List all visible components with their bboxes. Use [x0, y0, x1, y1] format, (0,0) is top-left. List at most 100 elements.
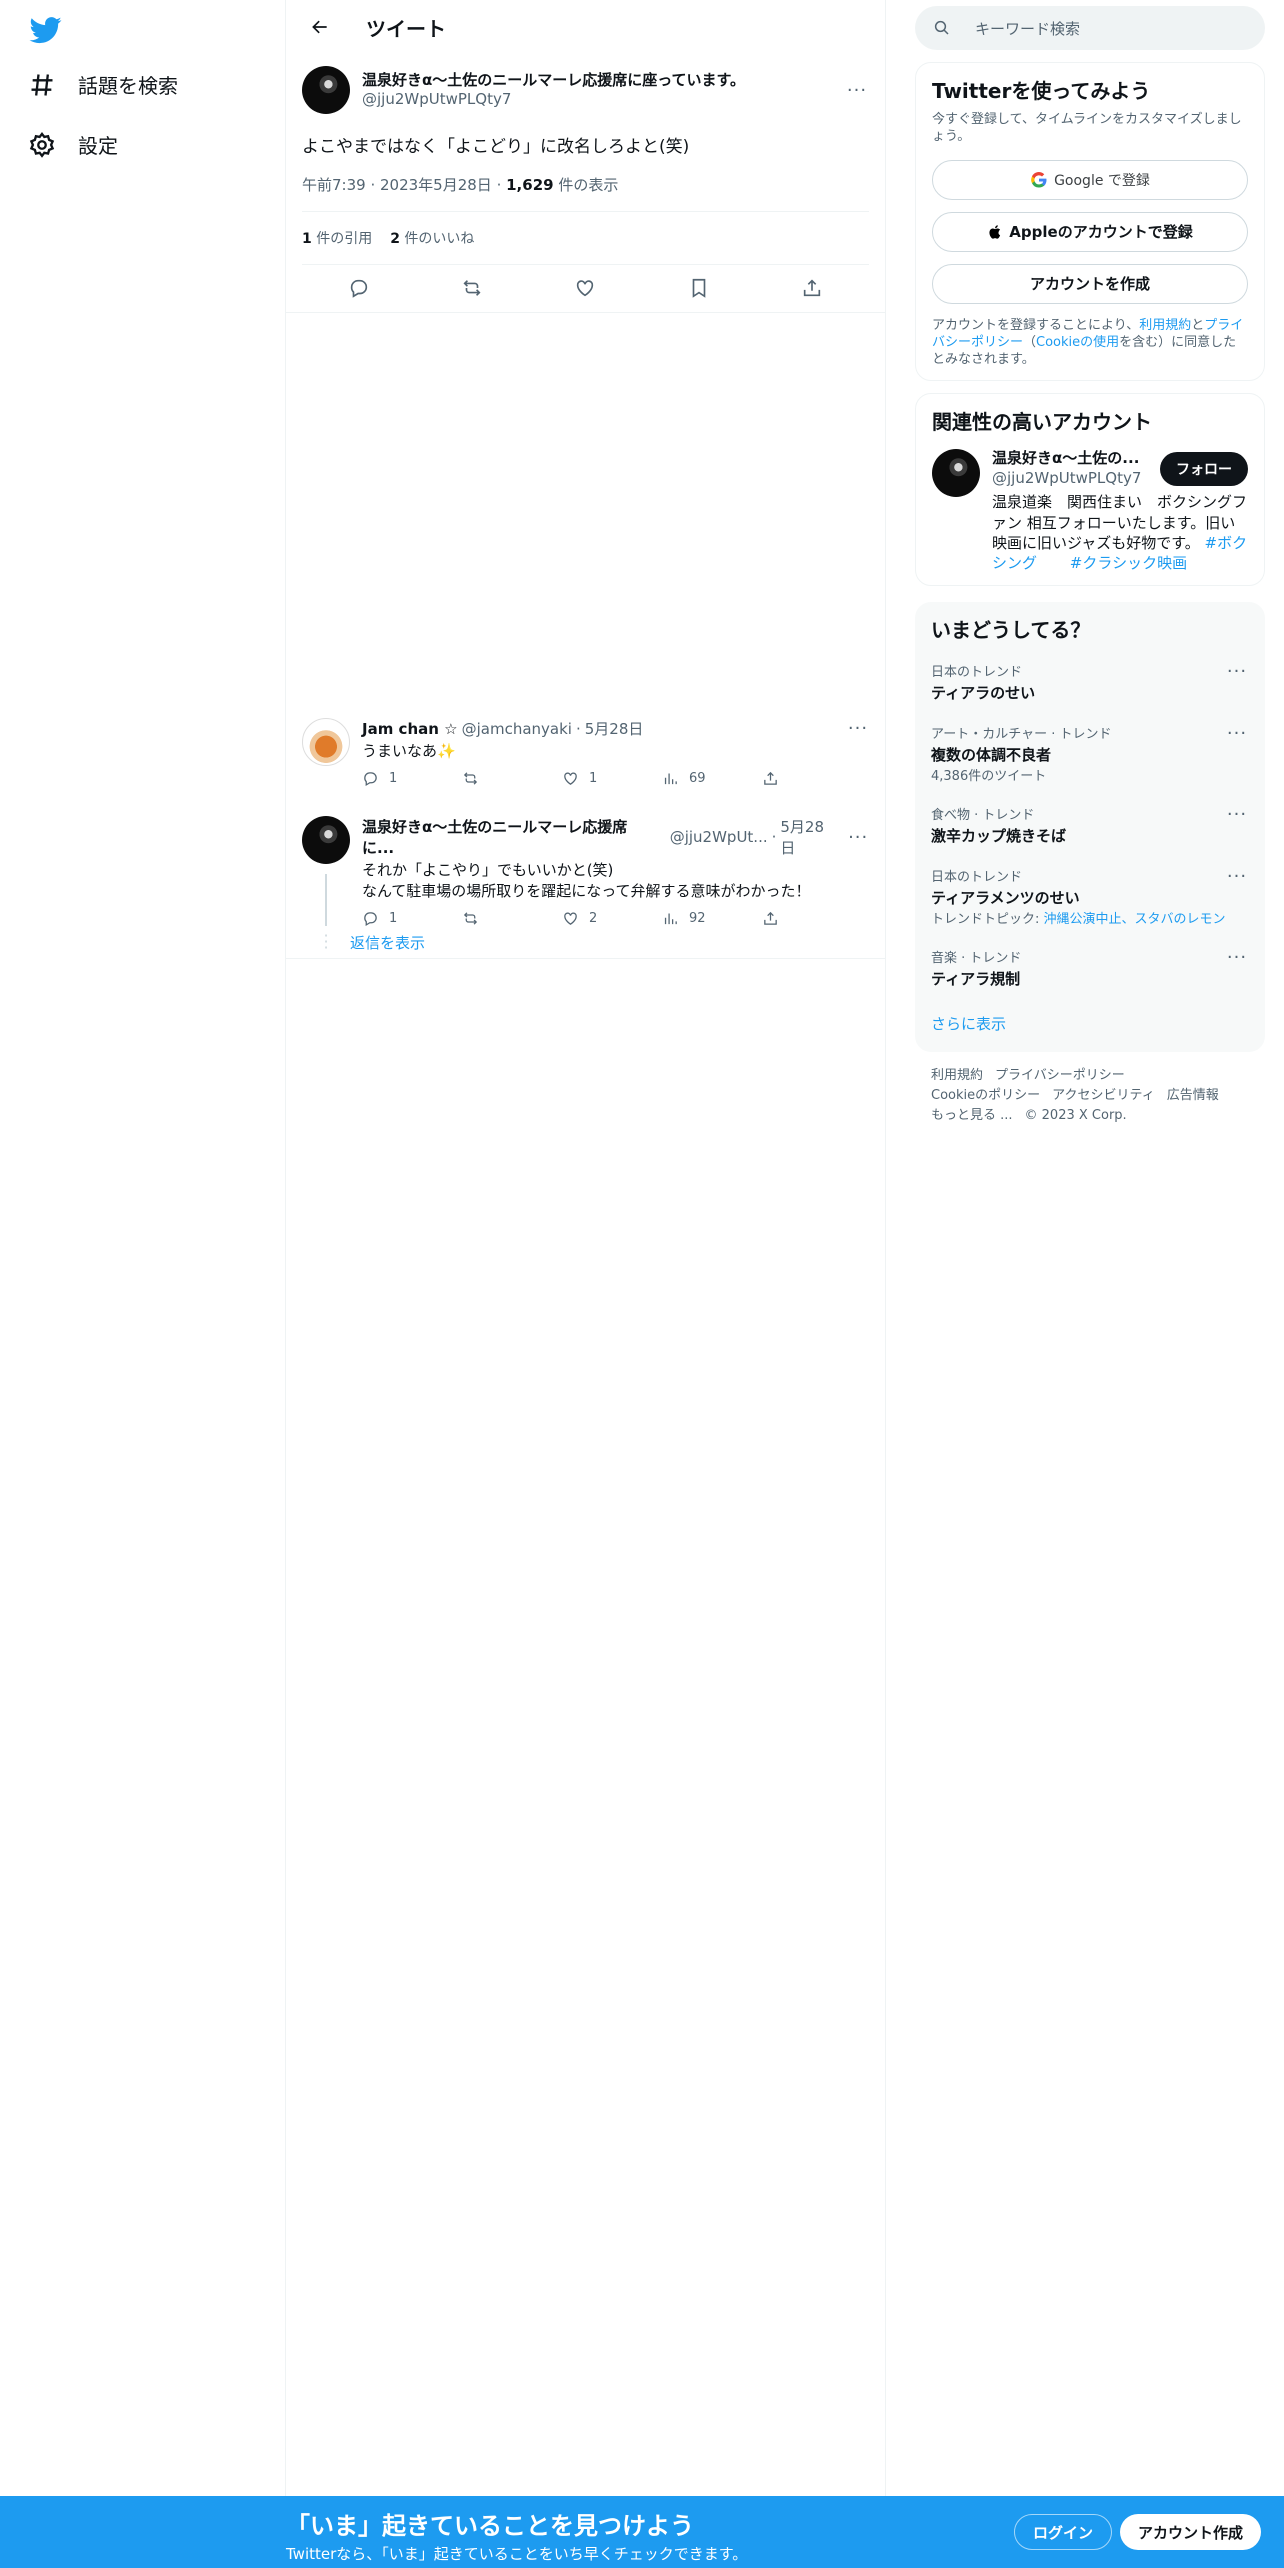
bottom-bar-subtitle: Twitterなら、「いま」起きていることをいち早くチェックできます。 — [286, 2545, 748, 2563]
legal-part: （ — [1023, 334, 1037, 350]
show-replies-link[interactable]: 返信を表示 — [350, 932, 425, 953]
hashtag-icon — [31, 73, 53, 96]
retweet-button[interactable] — [462, 910, 562, 927]
views-button[interactable]: 69 — [662, 770, 762, 787]
arrow-left-icon — [312, 20, 327, 34]
login-button[interactable]: ログイン — [1014, 2514, 1113, 2550]
share-icon — [764, 911, 777, 925]
signup-button[interactable]: アカウント作成 — [1120, 2514, 1262, 2550]
main-tweet: 温泉好きα〜土佐のニールマーレ応援席に座っています。 @jju2WpUtwPLQ… — [286, 54, 885, 313]
footer-accessibility[interactable]: アクセシビリティ — [1052, 1088, 1155, 1103]
search-box[interactable]: キーワード検索 — [915, 6, 1265, 50]
follow-button[interactable]: フォロー — [1160, 451, 1248, 486]
page-title: ツイート — [366, 16, 446, 41]
more-icon[interactable]: ··· — [1225, 804, 1249, 825]
trend-meta: 音楽 · トレンド — [931, 951, 1022, 967]
trend-topic-links[interactable]: 沖縄公演中止、スタバのレモン — [1044, 912, 1226, 927]
show-replies-row[interactable]: · · · 返信を表示 — [302, 928, 886, 956]
trend-item[interactable]: 音楽 · トレンド ティアラ規制 ··· — [931, 937, 1249, 999]
reply-tweet[interactable]: 温泉好きα〜土佐のニールマーレ応援席に... @jju2WpUt... · 5月… — [286, 816, 886, 927]
likes-count: 2 — [390, 230, 400, 247]
trend-name: 複数の体調不良者 — [931, 746, 1052, 765]
avatar[interactable] — [302, 66, 350, 114]
reply-date[interactable]: 5月28日 — [585, 718, 644, 739]
footer-privacy[interactable]: プライバシーポリシー — [995, 1068, 1125, 1083]
reply-author-name[interactable]: Jam chan ☆ — [362, 720, 458, 738]
trend-item[interactable]: 日本のトレンド ティアラのせい ··· — [931, 651, 1249, 713]
more-icon[interactable]: ··· — [1225, 866, 1249, 887]
reply-author-handle[interactable]: @jju2WpUt... — [670, 828, 768, 846]
more-icon[interactable]: ··· — [1225, 947, 1249, 968]
heart-icon[interactable] — [574, 277, 596, 299]
trend-item[interactable]: アート・カルチャー · トレンド 複数の体調不良者 4,386件のツイート ··… — [931, 713, 1249, 794]
author-handle[interactable]: @jju2WpUtwPLQty7 — [362, 90, 833, 110]
reply-tweet[interactable]: Jam chan ☆ @jamchanyaki · 5月28日 ··· うまいな… — [286, 718, 886, 787]
signup-subtitle: 今すぐ登録して、タイムラインをカスタマイズしましょう。 — [932, 112, 1242, 144]
google-signup-button[interactable]: Google で登録 — [932, 159, 1248, 200]
share-icon — [764, 771, 777, 785]
share-icon[interactable] — [801, 277, 823, 299]
like-button[interactable]: 2 — [562, 910, 662, 927]
views-label: 件の表示 — [553, 175, 619, 194]
apple-signup-button[interactable]: Appleのアカウントで登録 — [932, 211, 1248, 252]
footer-more[interactable]: もっと見る ... — [931, 1108, 1013, 1123]
share-button[interactable] — [762, 770, 862, 787]
more-icon[interactable]: ··· — [845, 80, 869, 101]
avatar[interactable] — [932, 449, 980, 498]
hashtag-link[interactable]: #クラシック映画 — [1070, 554, 1187, 572]
reply-count: 1 — [389, 771, 398, 786]
retweet-icon[interactable] — [461, 277, 483, 299]
more-icon[interactable]: ··· — [1225, 723, 1249, 744]
author-name[interactable]: 温泉好きα〜土佐のニールマーレ応援席に座っています。 — [362, 71, 833, 91]
tweet-date[interactable]: 2023年5月28日 — [380, 176, 492, 194]
footer-ads[interactable]: 広告情報 — [1167, 1088, 1219, 1103]
more-icon[interactable]: ··· — [846, 718, 870, 739]
likes-label: 件のいいね — [399, 230, 475, 247]
main-column: ツイート 温泉好きα〜土佐のニールマーレ応援席に座っています。 @jju2WpU… — [286, 0, 886, 2496]
trend-count: 4,386件のツイート — [931, 769, 1047, 785]
retweet-button[interactable] — [462, 770, 562, 787]
quotes-stat[interactable]: 1 件の引用 — [302, 228, 372, 248]
tweet-time[interactable]: 午前7:39 — [302, 176, 366, 194]
account-name[interactable]: 温泉好きα〜土佐の... — [992, 449, 1160, 469]
avatar[interactable] — [302, 718, 350, 766]
twitter-logo-icon[interactable] — [27, 14, 65, 46]
account-row[interactable]: 温泉好きα〜土佐の... @jju2WpUtwPLQty7 フォロー 温泉道楽 … — [932, 449, 1248, 573]
reply-author-name[interactable]: 温泉好きα〜土佐のニールマーレ応援席に... — [362, 816, 656, 858]
reply-text-line: なんて駐車場の場所取りを躍起になって弁解する意味がわかった！ — [362, 882, 811, 900]
reply-author-handle[interactable]: @jamchanyaki — [462, 720, 572, 738]
reply-date[interactable]: 5月28日 — [780, 816, 838, 858]
account-handle[interactable]: @jju2WpUtwPLQty7 — [992, 469, 1160, 489]
nav-explore-label: 話題を検索 — [78, 74, 178, 98]
more-icon[interactable]: ··· — [846, 827, 870, 848]
bookmark-icon[interactable] — [688, 277, 710, 299]
reply-button[interactable]: 1 — [362, 770, 462, 787]
footer-terms[interactable]: 利用規約 — [931, 1068, 983, 1083]
trend-name: ティアラのせい — [931, 684, 1036, 703]
search-input[interactable]: キーワード検索 — [975, 18, 1080, 39]
trend-item[interactable]: 日本のトレンド ティアラメンツのせい トレンドトピック: 沖縄公演中止、スタバの… — [931, 856, 1249, 937]
cookie-link[interactable]: Cookieの使用 — [1036, 335, 1119, 350]
back-button[interactable] — [302, 9, 338, 45]
views-chart-icon — [664, 913, 677, 925]
apple-icon — [989, 224, 1001, 239]
left-sidebar: 話題を検索 設定 — [0, 0, 286, 2496]
trend-item[interactable]: 食べ物 · トレンド 激辛カップ焼きそば ··· — [931, 794, 1249, 856]
footer-cookie[interactable]: Cookieのポリシー — [931, 1088, 1040, 1103]
like-button[interactable]: 1 — [562, 770, 662, 787]
trend-topics: トレンドトピック: 沖縄公演中止、スタバのレモン — [931, 908, 1249, 927]
nav-explore[interactable]: 話題を検索 — [28, 70, 178, 99]
more-icon[interactable]: ··· — [1225, 661, 1249, 682]
create-account-button[interactable]: アカウントを作成 — [932, 263, 1248, 304]
reply-button[interactable]: 1 — [362, 910, 462, 927]
reply-text-line: それか「よこやり」でもいいかと(笑) — [362, 861, 614, 879]
likes-stat[interactable]: 2 件のいいね — [390, 228, 474, 248]
reply-icon[interactable] — [348, 277, 370, 299]
show-more-link[interactable]: さらに表示 — [931, 1015, 1006, 1033]
share-button[interactable] — [762, 910, 862, 927]
terms-link[interactable]: 利用規約 — [1139, 318, 1191, 333]
nav-settings[interactable]: 設定 — [28, 130, 118, 159]
views-button[interactable]: 92 — [662, 910, 762, 927]
tweet-text: よこやまではなく「よこどり」に改名しろよと(笑) — [302, 137, 690, 157]
avatar[interactable] — [302, 816, 350, 864]
